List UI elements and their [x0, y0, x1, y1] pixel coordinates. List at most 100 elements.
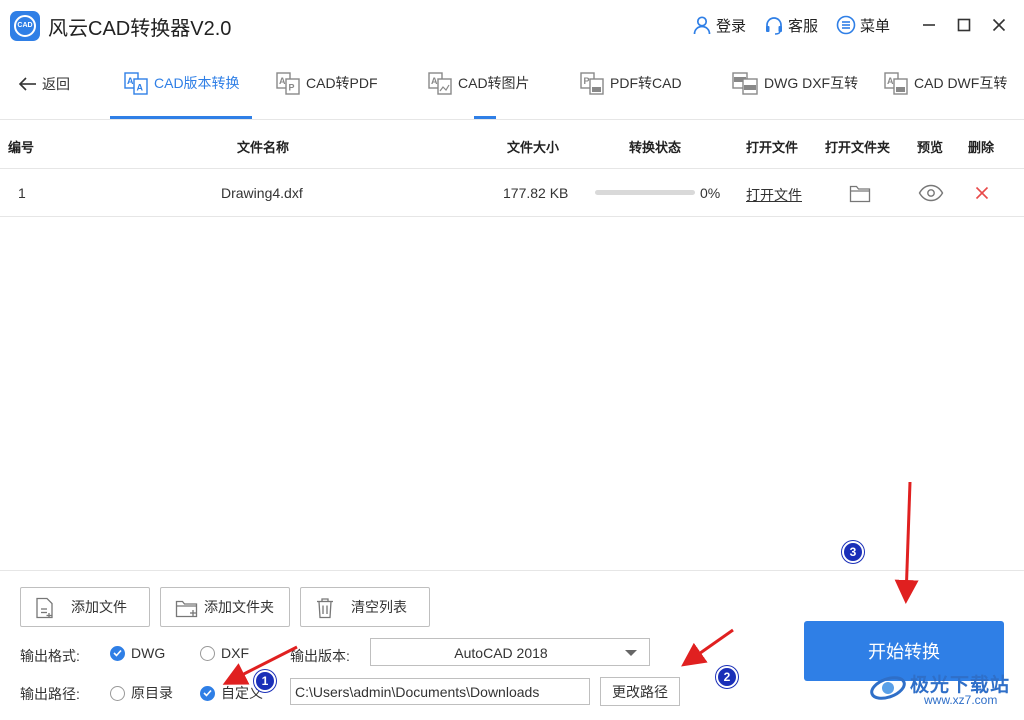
change-path-button[interactable]: 更改路径: [600, 677, 680, 706]
tab-cad-to-image[interactable]: A CAD转图片: [428, 70, 530, 96]
delete-button[interactable]: [975, 186, 989, 203]
close-icon: [992, 18, 1006, 32]
delete-icon: [975, 186, 989, 200]
radio-unchecked-icon: [200, 645, 215, 661]
service-label: 客服: [788, 17, 819, 35]
format-radio-dxf[interactable]: DXF: [200, 645, 249, 661]
clear-list-button[interactable]: 清空列表: [300, 587, 430, 627]
menu-button[interactable]: 菜单: [836, 13, 890, 37]
col-file-name: 文件名称: [237, 140, 290, 155]
tab-label: CAD转PDF: [306, 75, 378, 91]
row-file-name: Drawing4.dxf: [221, 185, 303, 201]
minimize-icon: [923, 24, 935, 26]
col-file-size: 文件大小: [507, 140, 560, 155]
tab-pdf-to-cad[interactable]: P PDF转CAD: [580, 70, 682, 96]
app-logo-text: CAD: [14, 15, 36, 37]
row-file-size: 177.82 KB: [503, 185, 569, 201]
active-tab-indicator: [110, 116, 252, 119]
format-option-label: DXF: [221, 645, 249, 661]
nav-bar: 返回 AA CAD版本转换 AP CAD转PDF A CAD转图片 P PDF转…: [0, 50, 1024, 120]
watermark: 极光下载站 www.xz7.com: [868, 668, 1018, 708]
format-radio-dwg[interactable]: DWG: [110, 645, 165, 661]
title-bar: CAD 风云CAD转换器V2.0 登录 客服 菜单: [0, 0, 1024, 50]
tab-label: DWG DXF互转: [764, 75, 859, 91]
path-radio-original[interactable]: 原目录: [110, 683, 173, 703]
add-folder-label: 添加文件夹: [204, 599, 274, 615]
app-logo: CAD: [10, 11, 40, 41]
watermark-logo-icon: [870, 676, 906, 700]
tab-cad-dwf[interactable]: A CAD DWF互转: [884, 70, 1007, 96]
cad-to-image-icon: A: [428, 72, 452, 95]
row-index: 1: [18, 185, 26, 201]
close-button[interactable]: [988, 14, 1010, 36]
tab-cad-version[interactable]: AA CAD版本转换: [124, 70, 240, 96]
tab-label: CAD转图片: [458, 75, 530, 91]
back-button[interactable]: 返回: [18, 74, 70, 94]
preview-button[interactable]: [918, 184, 944, 205]
login-label: 登录: [716, 17, 747, 35]
caret-down-icon: [625, 650, 637, 656]
menu-icon: [836, 15, 856, 35]
progress-percent: 0%: [700, 185, 721, 201]
table-row: 1 Drawing4.dxf 177.82 KB 0% 打开文件: [0, 170, 1024, 217]
arrow-left-icon: [18, 77, 36, 91]
col-index: 编号: [8, 140, 35, 155]
step-badge-2: 2: [716, 666, 738, 688]
col-open-file: 打开文件: [746, 140, 799, 155]
cad-version-icon: AA: [124, 72, 148, 95]
col-open-folder: 打开文件夹: [825, 140, 891, 155]
col-preview: 预览: [917, 140, 944, 155]
add-file-label: 添加文件: [71, 599, 127, 615]
radio-checked-icon: [200, 685, 215, 701]
radio-unchecked-icon: [110, 685, 125, 701]
pdf-to-cad-icon: P: [580, 72, 604, 95]
version-select[interactable]: AutoCAD 2018: [370, 638, 650, 666]
dwg-dxf-icon: [732, 72, 758, 95]
progress-bar: [595, 190, 695, 195]
cad-dwf-icon: A: [884, 72, 908, 95]
add-folder-button[interactable]: 添加文件夹: [160, 587, 290, 627]
login-button[interactable]: 登录: [692, 13, 746, 37]
open-folder-button[interactable]: [849, 183, 871, 206]
path-option-label: 原目录: [131, 685, 173, 701]
svg-text:A: A: [279, 76, 286, 86]
svg-text:P: P: [584, 76, 590, 86]
output-version-label: 输出版本:: [290, 648, 350, 664]
col-status: 转换状态: [629, 140, 682, 155]
svg-text:A: A: [127, 76, 134, 86]
step-badge-3: 3: [842, 541, 864, 563]
add-file-button[interactable]: 添加文件: [20, 587, 150, 627]
open-file-link[interactable]: 打开文件: [746, 185, 802, 205]
tab-label: CAD DWF互转: [914, 75, 1008, 91]
col-delete: 删除: [968, 140, 995, 155]
cad-to-pdf-icon: AP: [276, 72, 300, 95]
svg-text:P: P: [289, 83, 295, 93]
step-badge-1: 1: [254, 670, 276, 692]
format-option-label: DWG: [131, 645, 166, 661]
svg-text:A: A: [137, 83, 144, 93]
svg-text:A: A: [431, 76, 438, 86]
tab-label: PDF转CAD: [610, 75, 682, 91]
radio-checked-icon: [110, 645, 125, 661]
user-icon: [693, 16, 711, 35]
maximize-icon: [957, 18, 971, 32]
headset-icon: [766, 17, 782, 35]
tab-dwg-dxf[interactable]: DWG DXF互转: [732, 70, 858, 96]
tab-cad-to-pdf[interactable]: AP CAD转PDF: [276, 70, 378, 96]
minimize-button[interactable]: [918, 14, 940, 36]
maximize-button[interactable]: [953, 14, 975, 36]
eye-icon: [918, 184, 944, 202]
watermark-url: www.xz7.com: [924, 693, 998, 707]
folder-icon: [849, 185, 871, 203]
output-format-label: 输出格式:: [20, 648, 80, 664]
menu-label: 菜单: [860, 17, 891, 35]
version-value: AutoCAD 2018: [454, 645, 548, 661]
path-radio-custom[interactable]: 自定义: [200, 683, 263, 703]
output-path-input[interactable]: [290, 678, 590, 705]
clear-list-label: 清空列表: [351, 599, 407, 615]
table-header: 编号 文件名称 文件大小 转换状态 打开文件 打开文件夹 预览 删除: [0, 121, 1024, 169]
tab-label: CAD版本转换: [154, 75, 240, 91]
svg-text:A: A: [887, 76, 894, 86]
app-title: 风云CAD转换器V2.0: [48, 18, 232, 40]
service-button[interactable]: 客服: [764, 13, 818, 37]
